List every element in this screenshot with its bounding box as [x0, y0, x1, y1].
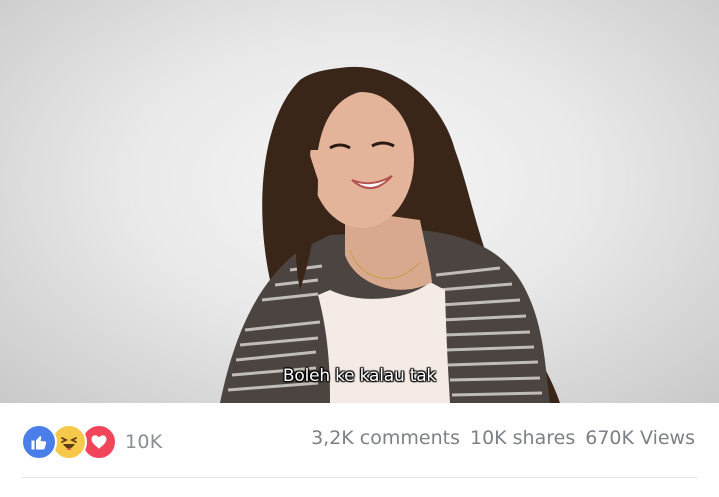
video-frame	[220, 66, 560, 403]
like-icon	[21, 424, 57, 460]
post-stats: 3,2K comments 10K shares 670K Views	[311, 427, 695, 449]
reaction-count: 10K	[125, 431, 163, 453]
reactions-summary[interactable]: 10K	[21, 424, 163, 460]
divider	[22, 477, 697, 478]
video-post: Boleh ke kalau tak 10K 3,2K comments 10K…	[0, 0, 719, 497]
comments-count[interactable]: 3,2K comments	[311, 427, 460, 449]
video-subtitle: Boleh ke kalau tak	[282, 366, 437, 386]
engagement-bar: 10K 3,2K comments 10K shares 670K Views	[0, 403, 719, 497]
views-count[interactable]: 670K Views	[585, 427, 695, 449]
video-player[interactable]: Boleh ke kalau tak	[0, 0, 719, 403]
shares-count[interactable]: 10K shares	[470, 427, 575, 449]
